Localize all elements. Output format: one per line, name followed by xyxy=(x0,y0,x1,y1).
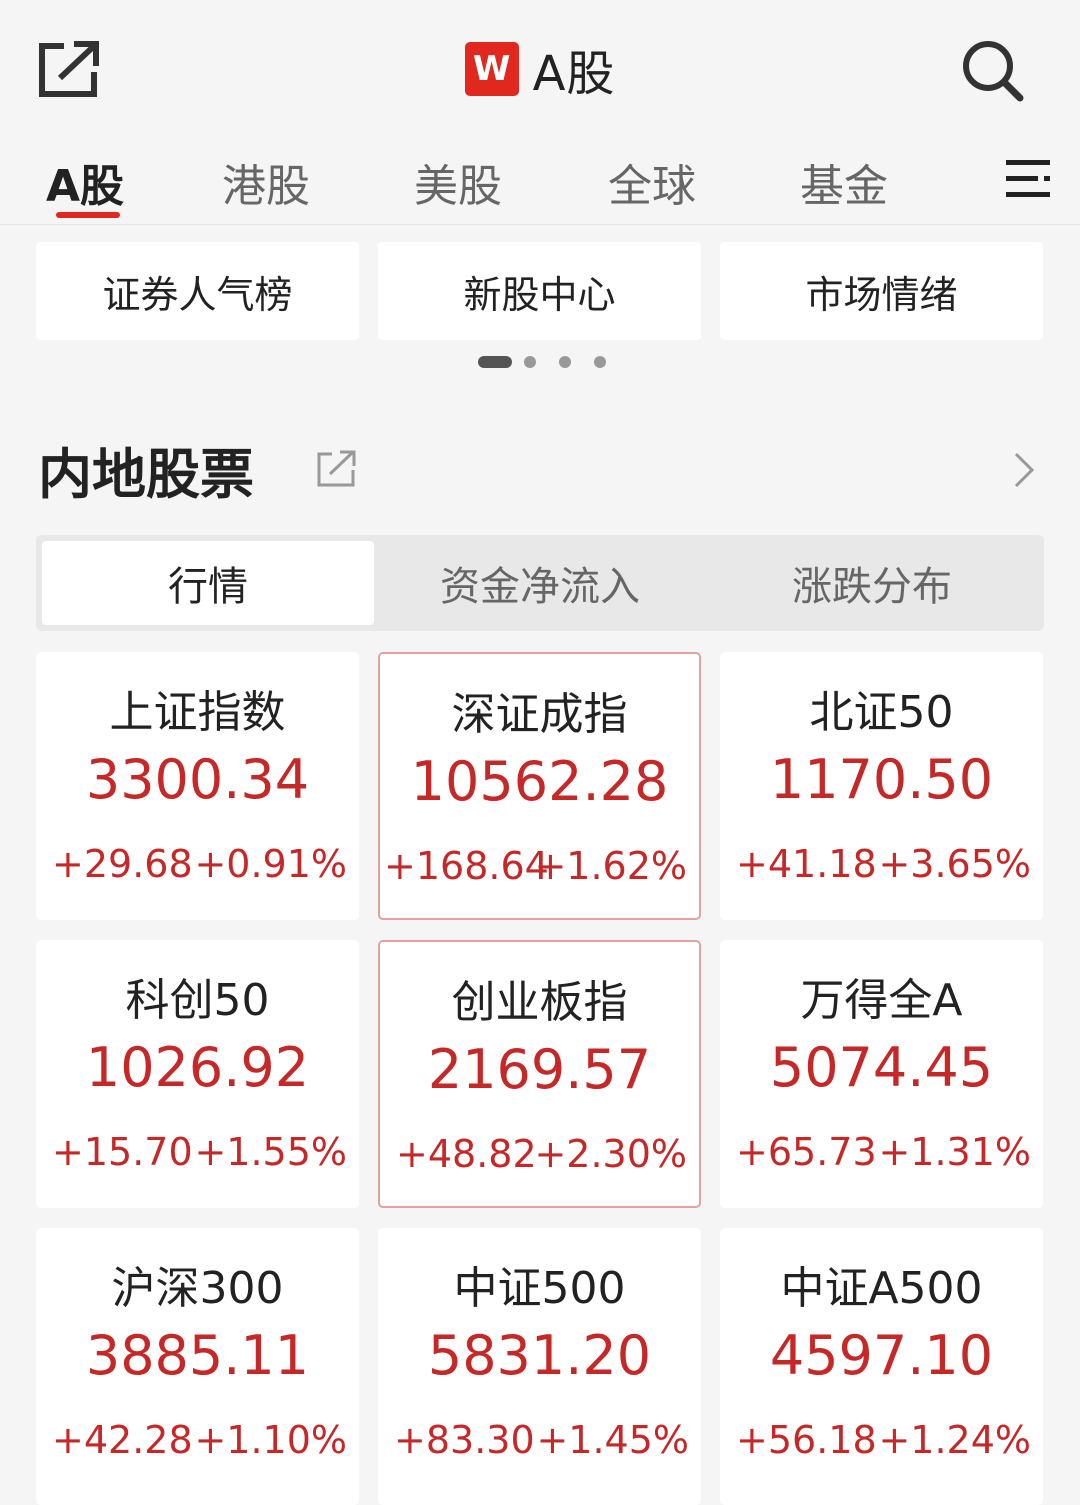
index-change-pct: +2.30% xyxy=(534,1132,687,1176)
index-card[interactable]: 上证指数 3300.34 +29.68 +0.91% xyxy=(36,652,359,920)
search-icon[interactable] xyxy=(960,38,1024,102)
tab-us-stocks[interactable]: 美股 xyxy=(414,150,502,220)
tab-global[interactable]: 全球 xyxy=(608,150,696,220)
index-name: 中证A500 xyxy=(780,1263,983,1314)
page-title: A股 xyxy=(532,46,616,102)
index-change: +168.64 xyxy=(384,844,549,888)
wind-logo-icon: W xyxy=(464,42,519,96)
index-change-pct: +1.62% xyxy=(534,844,687,888)
index-change: +42.28 xyxy=(52,1418,193,1462)
view-segment-control: 行情 资金净流入 涨跌分布 xyxy=(36,535,1044,631)
index-value: 2169.57 xyxy=(427,1038,652,1101)
index-name: 创业板指 xyxy=(451,977,628,1028)
section-title: 内地股票 xyxy=(38,443,254,506)
shortcut-ipo-center[interactable]: 新股中心 xyxy=(378,242,701,340)
index-change-pct: +1.31% xyxy=(878,1130,1031,1174)
index-value: 3885.11 xyxy=(85,1324,310,1387)
carousel-indicator xyxy=(0,356,1080,368)
app-title-group: W A股 xyxy=(0,36,1080,102)
index-change-pct: +1.10% xyxy=(194,1418,347,1462)
index-change-pct: +3.65% xyxy=(878,842,1031,886)
index-value: 5831.20 xyxy=(427,1324,652,1387)
index-change: +56.18 xyxy=(736,1418,877,1462)
tab-hk-stocks[interactable]: 港股 xyxy=(222,150,310,220)
carousel-dot xyxy=(594,356,606,368)
carousel-dot xyxy=(559,356,571,368)
index-change: +15.70 xyxy=(52,1130,193,1174)
index-change: +48.82 xyxy=(396,1132,537,1176)
index-change: +29.68 xyxy=(52,842,193,886)
carousel-dot xyxy=(524,356,536,368)
shortcut-market-sentiment[interactable]: 市场情绪 xyxy=(720,242,1043,340)
index-name: 深证成指 xyxy=(451,689,628,740)
chevron-right-icon[interactable] xyxy=(1008,450,1038,490)
index-name: 北证50 xyxy=(809,687,954,738)
market-tabs: A股 港股 美股 全球 基金 xyxy=(0,140,1080,225)
index-card[interactable]: 万得全A 5074.45 +65.73 +1.31% xyxy=(720,940,1043,1208)
index-name: 沪深300 xyxy=(111,1263,284,1314)
index-value: 3300.34 xyxy=(85,748,310,811)
index-card[interactable]: 科创50 1026.92 +15.70 +1.55% xyxy=(36,940,359,1208)
index-change-pct: +0.91% xyxy=(194,842,347,886)
segment-quotes[interactable]: 行情 xyxy=(42,541,374,625)
carousel-dot xyxy=(478,356,512,368)
menu-icon[interactable] xyxy=(1006,158,1052,198)
top-bar: W A股 xyxy=(0,0,1080,135)
index-change-pct: +1.55% xyxy=(194,1130,347,1174)
segment-rise-fall-distribution[interactable]: 涨跌分布 xyxy=(706,541,1038,625)
index-value: 10562.28 xyxy=(410,750,669,813)
index-name: 科创50 xyxy=(125,975,270,1026)
index-card[interactable]: 沪深300 3885.11 +42.28 +1.10% xyxy=(36,1228,359,1505)
index-change: +65.73 xyxy=(736,1130,877,1174)
tab-a-shares[interactable]: A股 xyxy=(46,150,124,220)
index-name: 上证指数 xyxy=(109,687,286,738)
index-change: +83.30 xyxy=(394,1418,535,1462)
index-value: 4597.10 xyxy=(769,1324,994,1387)
shortcut-securities-popularity[interactable]: 证券人气榜 xyxy=(36,242,359,340)
index-value: 1170.50 xyxy=(769,748,994,811)
index-card[interactable]: 中证500 5831.20 +83.30 +1.45% xyxy=(378,1228,701,1505)
active-tab-indicator xyxy=(56,212,120,218)
index-change-pct: +1.24% xyxy=(878,1418,1031,1462)
index-name: 万得全A xyxy=(800,975,963,1026)
index-card[interactable]: 中证A500 4597.10 +56.18 +1.24% xyxy=(720,1228,1043,1505)
tab-funds[interactable]: 基金 xyxy=(800,150,888,220)
index-change-pct: +1.45% xyxy=(536,1418,689,1462)
index-value: 5074.45 xyxy=(769,1036,994,1099)
segment-net-inflow[interactable]: 资金净流入 xyxy=(374,541,706,625)
index-card[interactable]: 深证成指 10562.28 +168.64 +1.62% xyxy=(378,652,701,920)
index-change: +41.18 xyxy=(736,842,877,886)
index-name: 中证500 xyxy=(453,1263,626,1314)
index-value: 1026.92 xyxy=(85,1036,310,1099)
index-card[interactable]: 创业板指 2169.57 +48.82 +2.30% xyxy=(378,940,701,1208)
section-share-icon[interactable] xyxy=(316,448,358,488)
index-card[interactable]: 北证50 1170.50 +41.18 +3.65% xyxy=(720,652,1043,920)
